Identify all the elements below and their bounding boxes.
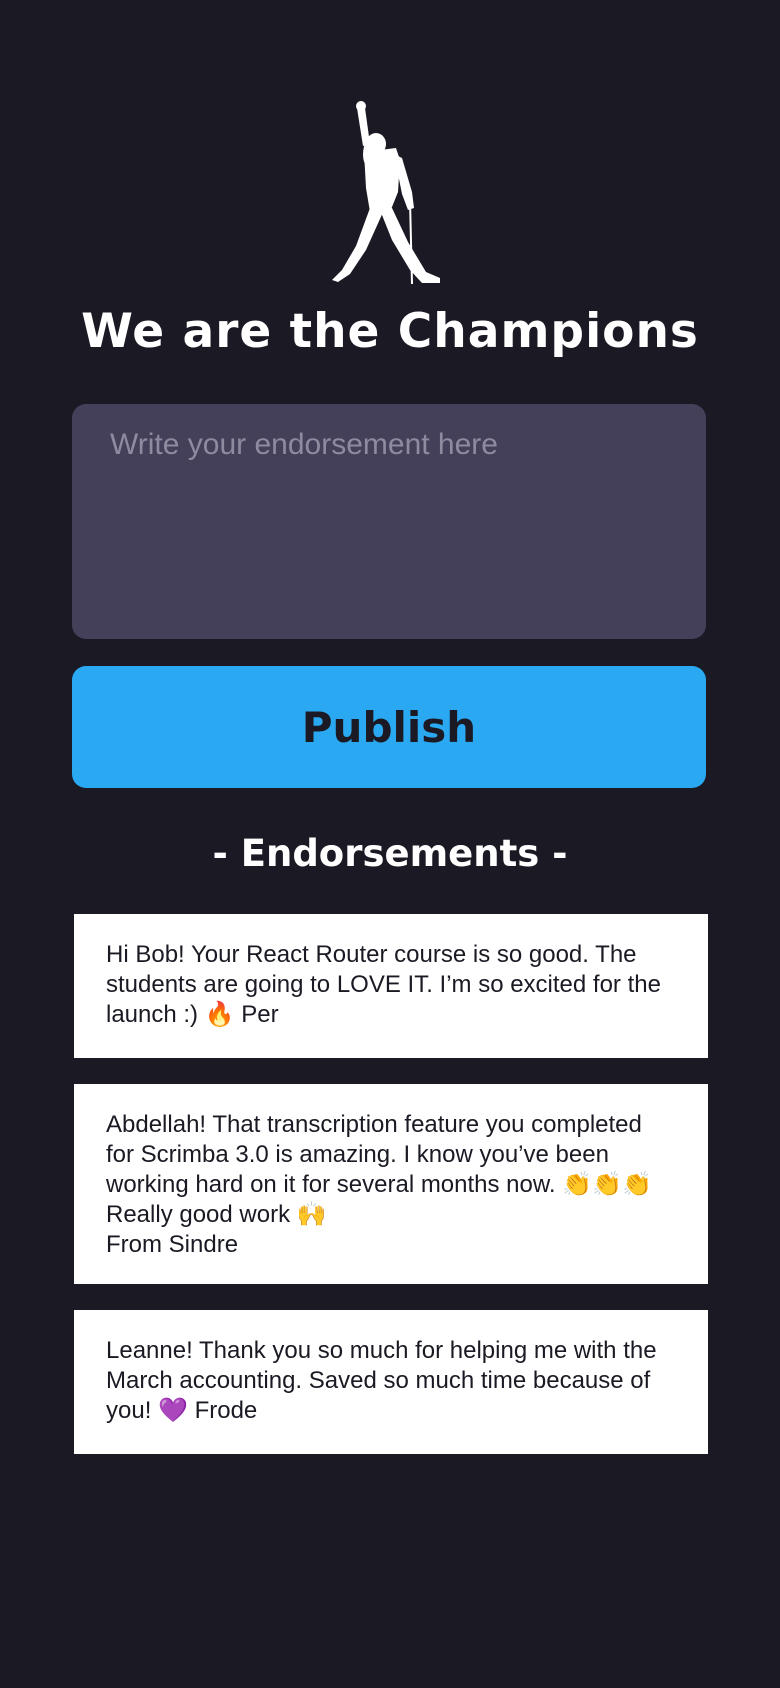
endorsement-card: Hi Bob! Your React Router course is so g… <box>74 914 708 1058</box>
publish-button[interactable]: Publish <box>72 666 706 788</box>
endorsements-heading: - Endorsements - <box>212 832 568 875</box>
endorsement-card: Leanne! Thank you so much for helping me… <box>74 1310 708 1454</box>
freddie-mercury-silhouette-icon <box>332 101 440 285</box>
endorsement-card: Abdellah! That transcription feature you… <box>74 1084 708 1284</box>
app-title: We are the Champions <box>81 304 699 359</box>
champion-logo <box>0 100 780 285</box>
endorsement-input[interactable] <box>72 404 706 639</box>
